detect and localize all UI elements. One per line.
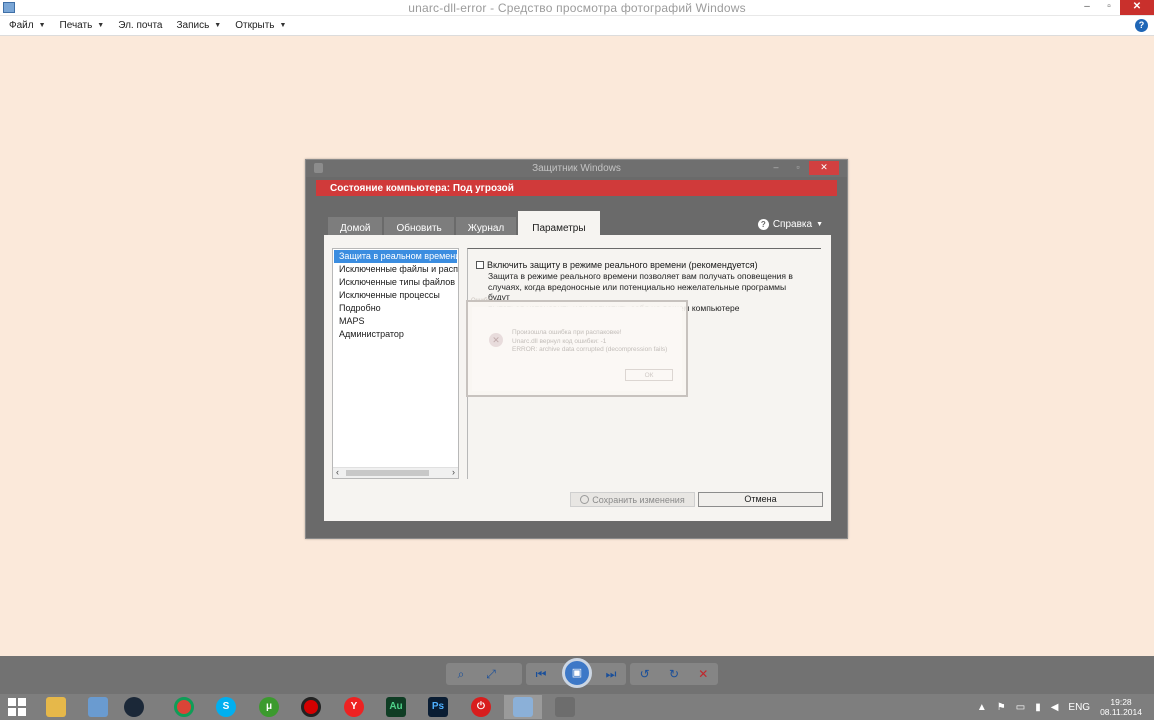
settings-nav-list: Защита в реальном времени Исключенные фа… [332,248,459,479]
clock-date: 08.11.2014 [1100,707,1142,717]
nav-item-advanced: Подробно [339,303,381,313]
window-controls: – ▫ ✕ [1076,0,1154,16]
yandex-icon[interactable]: Y [335,695,373,719]
audition-icon[interactable]: Au [377,695,415,719]
minimize-button[interactable]: – [1076,0,1098,15]
rotate-left-icon[interactable]: ↺ [630,663,659,685]
chevron-down-icon: ▼ [214,22,222,29]
clock[interactable]: 19:28 08.11.2014 [1100,697,1142,717]
nav-item-maps: MAPS [339,316,365,326]
photoshop-icon[interactable]: Ps [419,695,457,719]
menu-print-label: Печать [59,20,93,31]
utorrent-icon[interactable]: μ [250,695,288,719]
defender-help: ? Справка ▼ [757,219,823,230]
control-panel-icon[interactable] [79,695,117,719]
language-indicator[interactable]: ENG [1068,702,1090,713]
chevron-down-icon: ▼ [97,22,105,29]
error-message: Произошла ошибка при распаковке! Unarc.d… [512,329,667,355]
shield-icon [580,495,590,504]
defender-minimize-icon: – [773,162,779,172]
next-icon[interactable]: ⏭ [596,663,626,685]
fit-icon[interactable]: ⤢ [476,663,506,685]
menu-file[interactable]: Файл ▼ [9,20,46,31]
defender-help-label: Справка [772,219,813,230]
menu-open[interactable]: Открыть ▼ [235,20,286,31]
delete-icon[interactable]: ✕ [689,663,718,685]
menu-burn-label: Запись [176,20,210,31]
chevron-down-icon: ▼ [38,22,46,29]
defender-close-icon: ✕ [809,161,839,175]
defender-titlebar: Защитник Windows – ▫ ✕ [306,160,847,177]
error-icon: ✕ [489,333,503,347]
error-dialog-ghost: Ошибка ✕ Произошла ошибка при распаковке… [466,298,688,397]
zoom-group: ⌕ ⤢ [446,663,522,685]
menu-email[interactable]: Эл. почта [118,20,162,31]
chevron-down-icon: ▼ [816,221,823,228]
nav-item-excluded-files: Исключенные файлы и располо [339,264,458,274]
chevron-down-icon: ▼ [279,22,287,29]
nav-item-excluded-processes: Исключенные процессы [339,290,440,300]
defender-window-controls: – ▫ ✕ [765,161,839,175]
error-dialog-body: ✕ Произошла ошибка при распаковке! Unarc… [472,307,682,391]
explorer-icon[interactable] [37,695,75,719]
nav-item-realtime: Защита в реальном времени [334,250,458,263]
error-line: Произошла ошибка при распаковке! [512,329,622,336]
menu-burn[interactable]: Запись ▼ [176,20,221,31]
save-changes-label: Сохранить изменения [592,494,685,505]
help-icon: ? [757,219,769,230]
app-icon[interactable] [546,695,584,719]
menu-file-label: Файл [9,20,34,31]
nav-item-administrator: Администратор [339,329,404,339]
realtime-checkbox [476,261,484,269]
viewer-toolbar: ⌕ ⤢ ⏮ ⏭ ▣ ↺ ↻ ✕ [0,656,1154,694]
tray-arrow-icon[interactable]: ▲ [977,702,987,713]
clock-time: 19:28 [1110,697,1132,707]
nav-item-excluded-types: Исключенные типы файлов [339,277,455,287]
scroll-thumb [346,470,429,476]
error-ok-button: ОК [625,369,673,381]
menu-email-label: Эл. почта [118,20,163,31]
taskbar: S μ Y Au Ps ⏻ ▲ ⚑ ▭ ▮ ◀ ENG 19:28 08.11.… [0,694,1154,720]
error-line: ERROR: archive data corrupted (decompres… [512,346,668,353]
slideshow-button[interactable]: ▣ [562,658,592,688]
menu-print[interactable]: Печать ▼ [60,20,105,31]
record-icon[interactable] [292,695,330,719]
rotate-right-icon[interactable]: ↻ [659,663,688,685]
menu-open-label: Открыть [235,20,275,31]
window-title: unarc-dll-error - Средство просмотра фот… [408,1,746,15]
horizontal-scrollbar: ‹ › [333,467,458,478]
help-icon[interactable]: ? [1135,19,1148,32]
system-tray: ▲ ⚑ ▭ ▮ ◀ ENG 19:28 08.11.2014 [977,694,1154,720]
power-icon[interactable]: ⏻ [462,695,500,719]
steam-icon[interactable] [115,695,153,719]
prev-icon[interactable]: ⏮ [526,663,556,685]
description-line: Защита в режиме реального времени позвол… [488,271,793,281]
menu-bar: Файл ▼ Печать ▼ Эл. почта Запись ▼ Открыть ▼ [0,16,1154,36]
save-changes-button: Сохранить изменения [570,492,695,507]
power-icon[interactable]: ▭ [1016,702,1025,713]
scroll-right-icon: › [452,467,455,477]
window-titlebar: unarc-dll-error - Средство просмотра фот… [0,0,1154,16]
zoom-icon[interactable]: ⌕ [446,663,476,685]
cancel-button: Отмена [698,492,823,507]
maximize-button[interactable]: ▫ [1098,0,1120,15]
scroll-left-icon: ‹ [336,467,339,477]
photo-viewer-icon[interactable] [504,695,542,719]
defender-status-bar: Состояние компьютера: Под угрозой [316,180,837,196]
volume-icon[interactable]: ◀ [1051,702,1059,713]
error-dialog-title: Ошибка [471,298,494,304]
chrome-icon[interactable] [165,695,203,719]
realtime-option-label: Включить защиту в режиме реального време… [487,260,758,270]
flag-icon[interactable]: ⚑ [997,702,1006,713]
windows-start-icon[interactable] [8,698,26,716]
realtime-option: Включить защиту в режиме реального време… [476,260,758,270]
error-line: Unarc.dll вернул код ошибки: -1 [512,337,607,345]
close-button[interactable]: ✕ [1120,0,1154,15]
edit-group: ↺ ↻ ✕ [630,663,718,685]
network-icon[interactable]: ▮ [1035,702,1041,713]
defender-maximize-icon: ▫ [796,162,800,172]
skype-icon[interactable]: S [207,695,245,719]
